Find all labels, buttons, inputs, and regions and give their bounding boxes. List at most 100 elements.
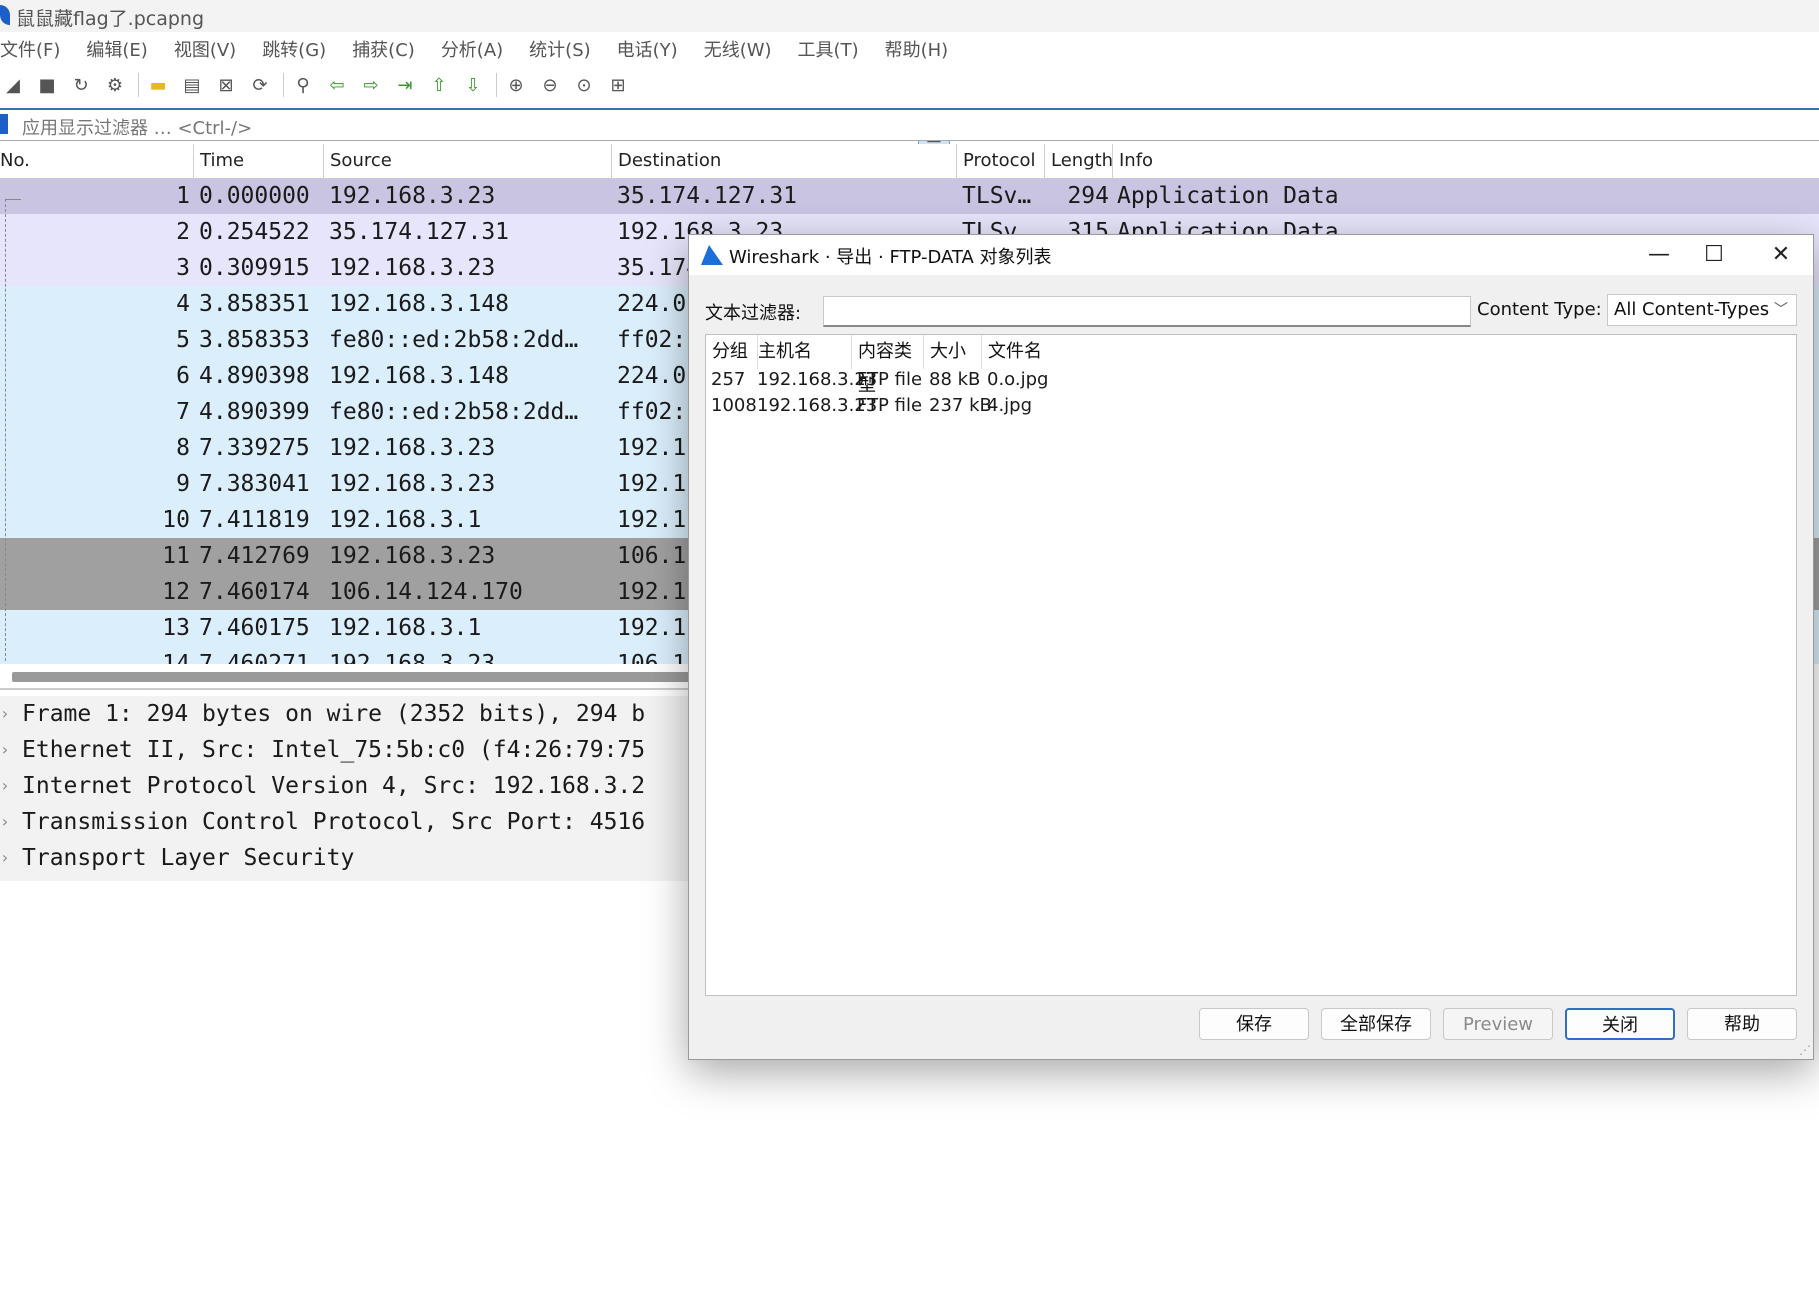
expand-arrow-icon[interactable]: › xyxy=(0,768,14,804)
column-hostname[interactable]: 主机名 xyxy=(752,335,852,369)
resize-columns-icon[interactable]: ⊞ xyxy=(605,72,631,98)
display-filter-input[interactable]: 应用显示过滤器 … <Ctrl-/> xyxy=(0,108,1819,141)
go-first-packet-icon[interactable]: ⇧ xyxy=(426,72,452,98)
menu-file[interactable]: 文件(F) xyxy=(0,36,60,62)
zoom-in-icon[interactable]: ⊕ xyxy=(503,72,529,98)
menu-help[interactable]: 帮助(H) xyxy=(885,36,949,62)
packet-length: 294 xyxy=(1067,183,1109,209)
menu-statistics[interactable]: 统计(S) xyxy=(529,36,590,62)
restart-capture-icon[interactable]: ↻ xyxy=(68,72,94,98)
packet-time: 4.890398 xyxy=(199,363,310,389)
content-type-value: All Content-Types xyxy=(1614,299,1770,320)
packet-time: 7.412769 xyxy=(199,543,310,569)
packet-source: 192.168.3.23 xyxy=(329,255,496,281)
packet-source: 192.168.3.23 xyxy=(329,543,496,569)
minimize-icon[interactable]: — xyxy=(1639,241,1679,269)
packet-source: fe80::ed:2b58:2dd… xyxy=(329,399,579,425)
expand-arrow-icon[interactable]: › xyxy=(0,696,14,732)
object-type: FTP file xyxy=(857,395,923,416)
go-last-packet-icon[interactable]: ⇩ xyxy=(460,72,486,98)
column-destination[interactable]: Destination xyxy=(612,144,957,178)
zoom-out-icon[interactable]: ⊖ xyxy=(537,72,563,98)
object-row[interactable]: 257 192.168.3.23 FTP file 88 kB 0.o.jpg xyxy=(706,367,1796,393)
packet-no: 14 xyxy=(162,651,190,664)
go-forward-icon[interactable]: ⇨ xyxy=(358,72,384,98)
maximize-icon[interactable]: ☐ xyxy=(1694,241,1734,269)
menu-telephony[interactable]: 电话(Y) xyxy=(617,36,678,62)
column-content-type[interactable]: 内容类型 xyxy=(852,335,924,396)
save-all-button[interactable]: 全部保存 xyxy=(1321,1008,1431,1040)
capture-options-icon[interactable]: ⚙ xyxy=(102,72,128,98)
detail-ip[interactable]: › Internet Protocol Version 4, Src: 192.… xyxy=(0,768,700,804)
close-button[interactable]: 关闭 xyxy=(1565,1008,1675,1040)
resize-grip-icon[interactable]: ⋰ xyxy=(1799,1043,1811,1057)
toolbar-separator xyxy=(138,73,139,97)
menu-analyze[interactable]: 分析(A) xyxy=(441,36,503,62)
packet-destination: ff02: xyxy=(617,399,687,425)
detail-text: Internet Protocol Version 4, Src: 192.16… xyxy=(22,773,646,799)
toolbar-separator xyxy=(496,73,497,97)
packet-no: 5 xyxy=(176,327,190,353)
save-button[interactable]: 保存 xyxy=(1199,1008,1309,1040)
conversation-tree-start xyxy=(5,199,21,201)
packet-source: 192.168.3.23 xyxy=(329,651,496,664)
packet-destination: 224.0 xyxy=(617,291,687,317)
menu-tools[interactable]: 工具(T) xyxy=(798,36,859,62)
column-info[interactable]: Info xyxy=(1113,144,1819,178)
column-size[interactable]: 大小 xyxy=(924,335,982,369)
packet-source: 35.174.127.31 xyxy=(329,219,510,245)
reload-file-icon[interactable]: ⟳ xyxy=(247,72,273,98)
go-back-icon[interactable]: ⇦ xyxy=(324,72,350,98)
packet-time: 0.254522 xyxy=(199,219,310,245)
column-protocol[interactable]: Protocol xyxy=(957,144,1045,178)
detail-tls[interactable]: › Transport Layer Security xyxy=(0,840,700,876)
column-source[interactable]: Source xyxy=(324,144,612,178)
stop-capture-icon[interactable]: ■ xyxy=(34,72,60,98)
go-to-packet-icon[interactable]: ⇥ xyxy=(392,72,418,98)
packet-source: 192.168.3.148 xyxy=(329,363,510,389)
menu-edit[interactable]: 编辑(E) xyxy=(86,36,147,62)
content-type-select[interactable]: All Content-Types ﹀ xyxy=(1607,294,1797,326)
packet-list-horizontal-scrollbar[interactable] xyxy=(12,672,692,682)
zoom-normal-icon[interactable]: ⊙ xyxy=(571,72,597,98)
close-window-icon[interactable]: ✕ xyxy=(1761,241,1801,269)
object-list-header: ^ 分组 主机名 内容类型 大小 文件名 xyxy=(706,335,1796,396)
packet-no: 8 xyxy=(176,435,190,461)
content-type-label: Content Type: xyxy=(1477,299,1602,320)
menu-go[interactable]: 跳转(G) xyxy=(262,36,326,62)
open-file-icon[interactable]: ▬ xyxy=(145,72,171,98)
column-time[interactable]: Time xyxy=(194,144,324,178)
packet-source: fe80::ed:2b58:2dd… xyxy=(329,327,579,353)
detail-text: Frame 1: 294 bytes on wire (2352 bits), … xyxy=(22,701,646,727)
detail-ethernet[interactable]: › Ethernet II, Src: Intel_75:5b:c0 (f4:2… xyxy=(0,732,700,768)
detail-frame[interactable]: › Frame 1: 294 bytes on wire (2352 bits)… xyxy=(0,696,700,732)
pane-splitter[interactable] xyxy=(0,688,700,690)
dialog-titlebar: Wireshark · 导出 · FTP-DATA 对象列表 — ☐ ✕ xyxy=(689,235,1813,275)
wireshark-logo-icon xyxy=(0,5,10,25)
object-filename: 4.jpg xyxy=(987,395,1033,416)
expand-arrow-icon[interactable]: › xyxy=(0,732,14,768)
menu-capture[interactable]: 捕获(C) xyxy=(352,36,415,62)
detail-tcp[interactable]: › Transmission Control Protocol, Src Por… xyxy=(0,804,700,840)
text-filter-input[interactable] xyxy=(823,296,1471,327)
packet-info: Application Data xyxy=(1117,183,1339,209)
save-file-icon[interactable]: ▤ xyxy=(179,72,205,98)
bookmark-icon[interactable] xyxy=(0,114,8,134)
preview-button[interactable]: Preview xyxy=(1443,1008,1553,1040)
object-row[interactable]: 1008 192.168.3.23 FTP file 237 kB 4.jpg xyxy=(706,393,1796,419)
packet-destination: 192.1 xyxy=(617,507,687,533)
menu-view[interactable]: 视图(V) xyxy=(174,36,236,62)
expand-arrow-icon[interactable]: › xyxy=(0,804,14,840)
start-capture-icon[interactable]: ◢ xyxy=(0,72,26,98)
column-no[interactable]: No. xyxy=(0,144,194,178)
help-button[interactable]: 帮助 xyxy=(1687,1008,1797,1040)
packet-row[interactable]: 1 0.000000 192.168.3.23 35.174.127.31 TL… xyxy=(0,178,1819,214)
close-file-icon[interactable]: ⊠ xyxy=(213,72,239,98)
object-filename: 0.o.jpg xyxy=(987,369,1049,390)
expand-arrow-icon[interactable]: › xyxy=(0,840,14,876)
menu-wireless[interactable]: 无线(W) xyxy=(704,36,772,62)
column-packet[interactable]: ^ 分组 xyxy=(706,335,758,369)
find-packet-icon[interactable]: ⚲ xyxy=(290,72,316,98)
column-filename[interactable]: 文件名 xyxy=(982,335,1796,369)
column-length[interactable]: Length xyxy=(1045,144,1113,178)
